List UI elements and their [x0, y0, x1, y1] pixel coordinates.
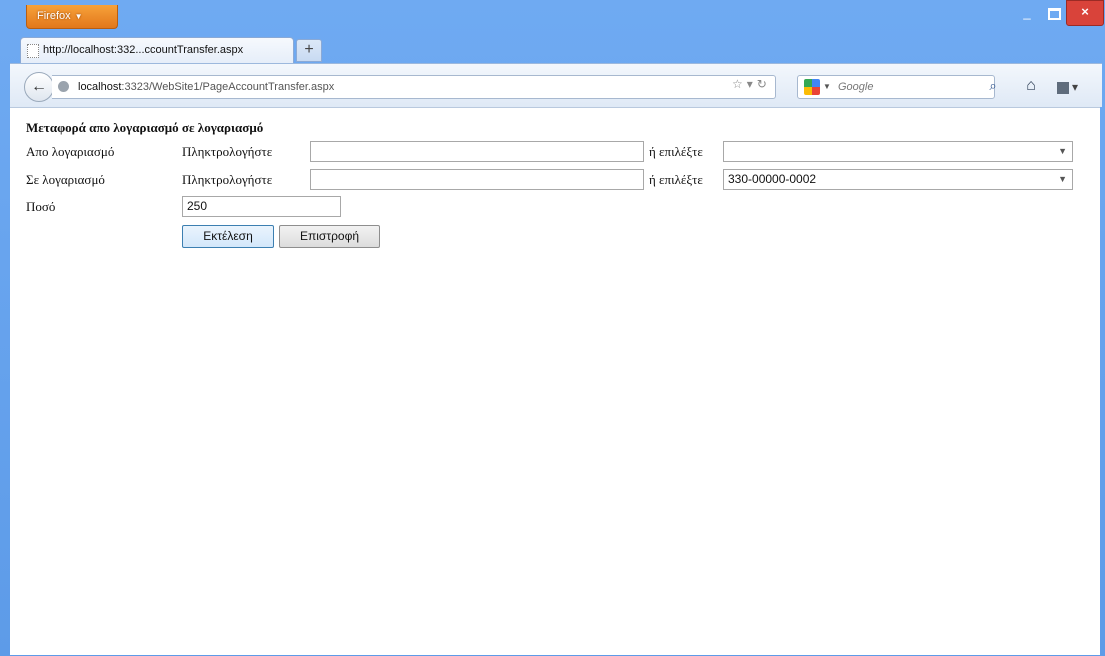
close-icon: × [1081, 4, 1089, 19]
to-account-label: Σε λογαριασμό [26, 172, 105, 187]
to-account-input[interactable] [310, 169, 644, 190]
maximize-button[interactable] [1042, 2, 1066, 24]
page-title: Μεταφορά απο λογαριασμό σε λογαριασμό [26, 120, 264, 135]
google-logo-icon[interactable] [804, 79, 820, 95]
chevron-down-icon: ▼ [74, 12, 83, 21]
maximize-icon [1047, 7, 1061, 20]
execute-button[interactable]: Εκτέλεση [182, 225, 274, 248]
to-account-selected: 330-00000-0002 [728, 172, 817, 186]
amount-input[interactable]: 250 [182, 196, 341, 217]
browser-window: Firefox ▼ _ × http://localhost:332...ccou… [0, 0, 1105, 656]
search-placeholder: Google [838, 81, 874, 93]
search-bar[interactable]: ▼ Google [797, 75, 995, 99]
addon-button[interactable]: ▾ [1057, 78, 1087, 96]
puzzle-icon [1057, 81, 1069, 94]
page-icon [27, 44, 39, 58]
url-path: :3323/WebSite1/PageAccountTransfer.aspx [121, 81, 335, 93]
home-icon[interactable]: ⌂ [1021, 76, 1041, 96]
new-tab-button[interactable]: + [296, 39, 322, 62]
chevron-down-icon: ▾ [1072, 80, 1079, 94]
address-bar[interactable]: localhost:3323/WebSite1/PageAccountTrans… [52, 75, 776, 99]
to-or-select-label: ή επιλέξτε [649, 172, 703, 187]
back-return-button[interactable]: Επιστροφή [279, 225, 380, 248]
tab-title: http://localhost:332...ccountTransfer.as… [43, 44, 244, 56]
bookmark-star-icon[interactable]: ☆ [732, 77, 747, 91]
close-button[interactable]: × [1066, 0, 1104, 26]
plus-icon: + [304, 41, 314, 58]
from-account-select[interactable]: ▼ [723, 141, 1073, 162]
firefox-menu-label: Firefox [37, 10, 71, 22]
search-go-icon[interactable]: ⌕ [985, 78, 1001, 96]
to-type-label: Πληκτρολογήστε [182, 172, 273, 187]
chevron-down-icon: ▼ [1058, 146, 1067, 156]
reload-icon[interactable]: ↻ [757, 77, 771, 91]
url-bar-icons: ☆▾↻ [732, 77, 771, 91]
history-dropdown-icon[interactable]: ▾ [747, 77, 757, 91]
search-engine-dropdown-icon[interactable]: ▼ [823, 76, 831, 98]
from-account-input[interactable] [310, 141, 644, 162]
url-host: localhost [78, 81, 122, 93]
firefox-menu-button[interactable]: Firefox ▼ [26, 5, 118, 29]
title-bar: Firefox ▼ _ × [0, 0, 1105, 32]
page-content: Μεταφορά απο λογαριασμό σε λογαριασμό Απ… [10, 107, 1100, 655]
site-identity-icon[interactable] [58, 81, 69, 92]
from-or-select-label: ή επιλέξτε [649, 144, 703, 159]
chevron-down-icon: ▼ [1058, 174, 1067, 184]
back-arrow-icon: ← [31, 78, 47, 95]
minimize-button[interactable]: _ [1014, 2, 1040, 24]
browser-tab[interactable]: http://localhost:332...ccountTransfer.as… [20, 37, 294, 63]
amount-label: Ποσό [26, 199, 56, 214]
to-account-select[interactable]: 330-00000-0002 ▼ [723, 169, 1073, 190]
back-button[interactable]: ← [24, 72, 54, 102]
from-type-label: Πληκτρολογήστε [182, 144, 273, 159]
from-account-label: Απο λογαριασμό [26, 144, 115, 159]
